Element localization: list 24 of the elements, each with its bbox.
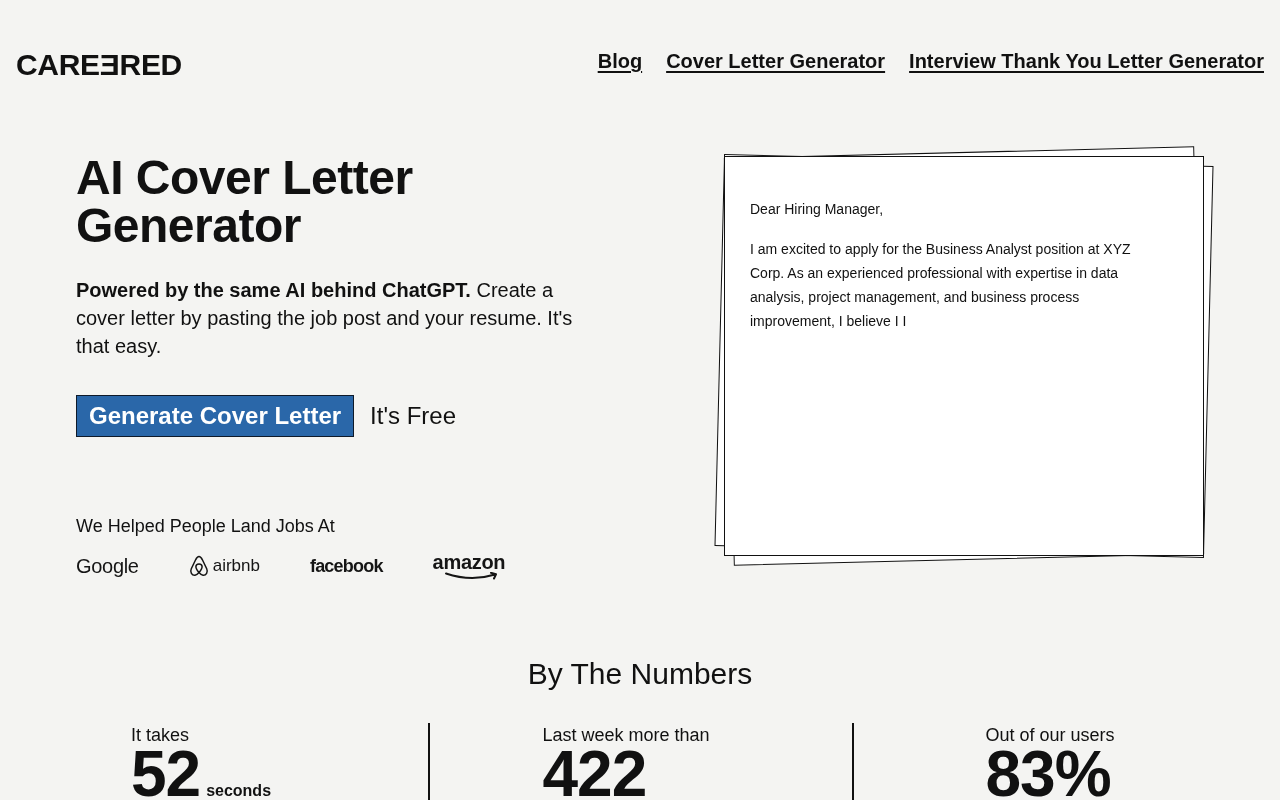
stat-value: 52 [130, 749, 201, 799]
stat-value: 83% [985, 749, 1111, 799]
nav-link[interactable]: Cover Letter Generator [666, 47, 886, 75]
stat-label: Out of our users [985, 724, 1115, 747]
nav-link[interactable]: Blog [597, 47, 643, 75]
company-logo: amazon [432, 552, 506, 571]
site-logo[interactable]: CAREƎRED [16, 45, 182, 85]
stat-unit: seconds [206, 783, 272, 799]
company-logo: airbnb [212, 556, 260, 576]
company-logo: Google [76, 554, 139, 578]
letter-greeting: Dear Hiring Manager, [750, 200, 884, 219]
companies-heading: We Helped People Land Jobs At [76, 515, 335, 538]
hero-description: Powered by the same AI behind ChatGPT. Create a cover letter by pasting the job post and your resume. It's that easy. [76, 278, 574, 359]
nav-link[interactable]: Interview Thank You Letter Generator [909, 47, 1264, 75]
company-logo: facebook [309, 555, 383, 577]
free-note: It's Free [370, 401, 457, 431]
generate-button[interactable]: Generate Cover Letter [76, 395, 355, 437]
stat-label: It takes [130, 724, 189, 747]
letter-body: I am excited to apply for the Business Analyst position at XYZ Corp. As an experienced professional with expertise in data analysis, project management, and business process improvement, I believe I I [750, 240, 1132, 331]
hero-title: AI Cover Letter Generator [76, 154, 414, 250]
section-title: By The Numbers [527, 656, 753, 692]
stat-value: 422 [542, 749, 647, 799]
loop-icon [188, 555, 209, 577]
stat-label: Last week more than [542, 724, 710, 747]
